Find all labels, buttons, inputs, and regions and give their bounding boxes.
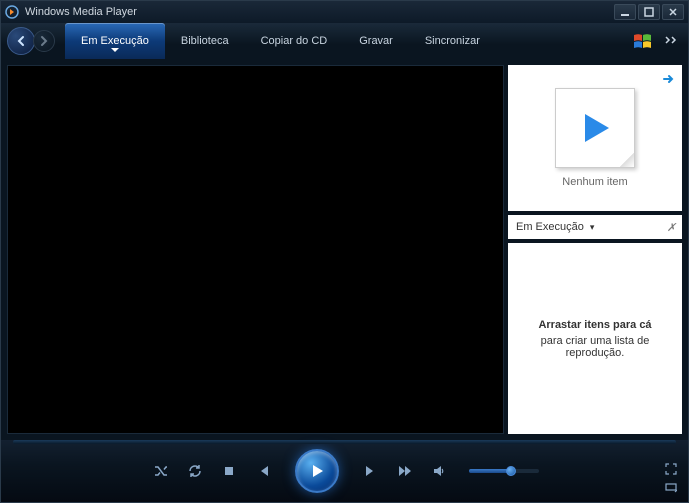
seek-bar[interactable]: [13, 440, 676, 444]
tab-rip[interactable]: Copiar do CD: [245, 23, 344, 59]
nav-arrows: [7, 27, 55, 55]
mute-button[interactable]: [429, 461, 449, 481]
tab-burn[interactable]: Gravar: [343, 23, 409, 59]
play-button[interactable]: [295, 449, 339, 493]
play-icon: [575, 108, 615, 148]
side-panel: Nenhum item Em Execução ▾ ✗ Arrastar ite…: [508, 65, 682, 434]
volume-thumb[interactable]: [506, 466, 516, 476]
navbar: Em Execução Biblioteca Copiar do CD Grav…: [1, 23, 688, 59]
app-icon: [5, 5, 19, 19]
maximize-button[interactable]: [638, 4, 660, 20]
tabs: Em Execução Biblioteca Copiar do CD Grav…: [65, 23, 632, 59]
minimize-button[interactable]: [614, 4, 636, 20]
tab-library[interactable]: Biblioteca: [165, 23, 245, 59]
clear-playlist-icon[interactable]: ✗: [667, 221, 676, 234]
control-group: [151, 449, 539, 493]
fullscreen-button[interactable]: [664, 462, 678, 476]
playback-controls: [1, 440, 688, 502]
expand-arrow-icon[interactable]: [662, 71, 676, 89]
window-title: Windows Media Player: [25, 6, 612, 18]
now-playing-card: Nenhum item: [508, 65, 682, 211]
previous-button[interactable]: [253, 461, 273, 481]
repeat-button[interactable]: [185, 461, 205, 481]
drop-title: Arrastar itens para cá: [538, 319, 651, 331]
tab-label: Sincronizar: [425, 35, 480, 47]
tab-sync[interactable]: Sincronizar: [409, 23, 496, 59]
tab-now-playing[interactable]: Em Execução: [65, 23, 165, 59]
fast-forward-button[interactable]: [395, 461, 415, 481]
volume-fill: [469, 469, 511, 473]
overflow-icon[interactable]: [660, 32, 682, 50]
close-button[interactable]: [662, 4, 684, 20]
shuffle-button[interactable]: [151, 461, 171, 481]
volume-slider[interactable]: [469, 469, 539, 473]
playlist-drop-zone[interactable]: Arrastar itens para cá para criar uma li…: [508, 243, 682, 434]
album-art-placeholder: [555, 88, 635, 168]
drop-subtitle: para criar uma lista de reprodução.: [520, 335, 670, 359]
windows-logo-icon[interactable]: [632, 30, 654, 52]
titlebar: Windows Media Player: [1, 1, 688, 23]
compact-mode-button[interactable]: [664, 480, 678, 494]
playlist-dropdown-label: Em Execução: [516, 221, 584, 233]
app-window: Windows Media Player Em Execução Bibliot…: [0, 0, 689, 503]
view-buttons: [664, 462, 678, 494]
video-viewport: [7, 65, 504, 434]
back-button[interactable]: [7, 27, 35, 55]
next-button[interactable]: [361, 461, 381, 481]
content-area: Nenhum item Em Execução ▾ ✗ Arrastar ite…: [1, 59, 688, 440]
forward-button[interactable]: [33, 30, 55, 52]
playlist-dropdown[interactable]: Em Execução ▾ ✗: [508, 215, 682, 239]
tab-label: Em Execução: [81, 35, 149, 47]
no-item-label: Nenhum item: [562, 176, 627, 188]
tab-label: Copiar do CD: [261, 35, 328, 47]
nav-right: [632, 30, 682, 52]
tab-label: Gravar: [359, 35, 393, 47]
stop-button[interactable]: [219, 461, 239, 481]
chevron-down-icon: ▾: [590, 222, 595, 233]
tab-label: Biblioteca: [181, 35, 229, 47]
